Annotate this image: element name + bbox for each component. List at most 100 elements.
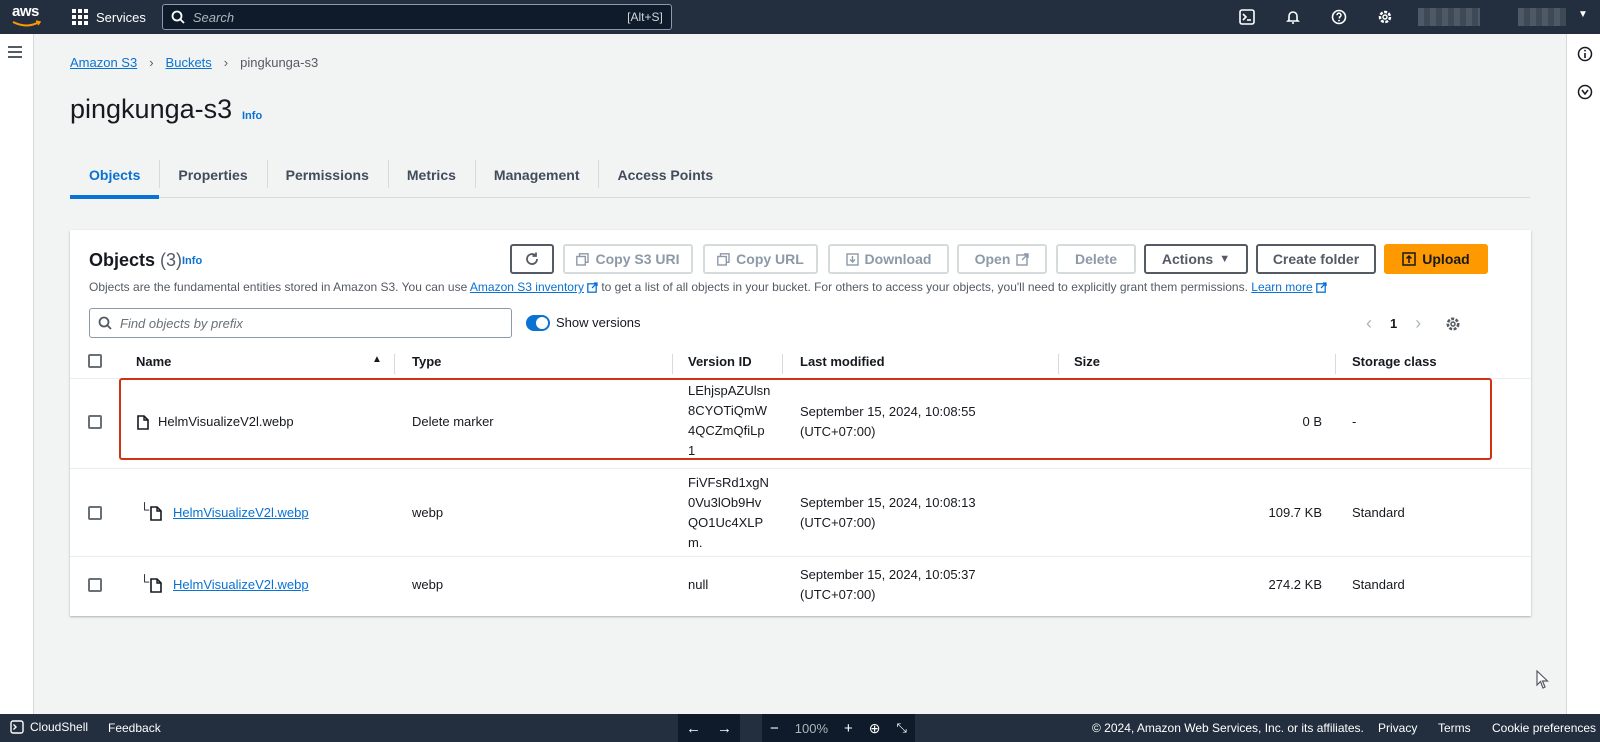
nav-icon-group [1224, 0, 1408, 34]
storage-class: Standard [1352, 505, 1405, 520]
create-folder-button[interactable]: Create folder [1256, 244, 1376, 274]
viewer-controls: ← → − 100% + ⊕ ⤡ [678, 714, 915, 742]
table-row[interactable]: └ HelmVisualizeV2l.webp webp null Septem… [70, 556, 1531, 616]
forward-arrow-icon[interactable]: → [709, 720, 740, 737]
zoom-in-icon[interactable]: + [836, 720, 861, 737]
tab-permissions[interactable]: Permissions [266, 152, 388, 198]
hamburger-menu-icon[interactable] [8, 46, 22, 61]
global-search[interactable]: [Alt+S] [161, 4, 672, 30]
column-divider[interactable] [1335, 354, 1336, 374]
column-last-modified[interactable]: Last modified [800, 354, 885, 369]
copy-url-button[interactable]: Copy URL [703, 244, 818, 274]
back-arrow-icon[interactable]: ← [678, 720, 709, 737]
object-name-link[interactable]: HelmVisualizeV2l.webp [173, 503, 309, 523]
column-version-id[interactable]: Version ID [688, 354, 752, 369]
open-button[interactable]: Open [957, 244, 1047, 274]
row-checkbox[interactable] [88, 578, 102, 592]
services-menu-button[interactable]: Services [72, 9, 146, 25]
account-menu-redacted[interactable] [1518, 8, 1566, 26]
column-storage-class[interactable]: Storage class [1352, 354, 1437, 369]
show-versions-toggle[interactable] [526, 315, 550, 331]
cloudshell-icon[interactable] [1224, 0, 1270, 34]
breadcrumb-buckets[interactable]: Buckets [166, 55, 212, 70]
account-dropdown-icon[interactable]: ▼ [1578, 9, 1588, 20]
region-selector-redacted[interactable] [1418, 8, 1480, 26]
row-checkbox[interactable] [88, 415, 102, 429]
bell-icon[interactable] [1270, 0, 1316, 34]
copy-s3-uri-label: Copy S3 URI [595, 251, 680, 267]
learn-more-link[interactable]: Learn more [1251, 280, 1312, 294]
description-text: to get a list of all objects in your buc… [601, 280, 1248, 294]
column-size[interactable]: Size [1074, 354, 1100, 369]
actions-label: Actions [1161, 251, 1214, 267]
tab-properties[interactable]: Properties [159, 152, 266, 198]
upload-button[interactable]: Upload [1384, 244, 1488, 274]
tab-metrics[interactable]: Metrics [387, 152, 475, 198]
bucket-tabs: Objects Properties Permissions Metrics M… [70, 152, 1530, 199]
delete-button[interactable]: Delete [1056, 244, 1136, 274]
copy-icon [717, 252, 730, 266]
file-icon [137, 415, 149, 430]
tab-objects[interactable]: Objects [70, 152, 160, 199]
download-circle-icon[interactable]: ⊕ [861, 720, 889, 737]
download-button[interactable]: Download [828, 244, 949, 274]
next-page-icon[interactable]: › [1415, 313, 1421, 334]
select-all-checkbox[interactable] [88, 354, 102, 368]
terms-link[interactable]: Terms [1438, 721, 1471, 735]
search-input[interactable] [192, 9, 628, 25]
column-divider[interactable] [394, 354, 395, 374]
column-divider[interactable] [782, 354, 783, 374]
storage-class: - [1352, 414, 1357, 429]
zoom-level: 100% [794, 720, 829, 736]
page-info-link[interactable]: Info [242, 110, 262, 122]
sort-ascending-icon[interactable]: ▲ [372, 354, 382, 365]
prefix-filter[interactable] [89, 308, 512, 338]
s3-inventory-link[interactable]: Amazon S3 inventory [470, 280, 584, 294]
refresh-button[interactable] [510, 244, 554, 274]
breadcrumb-separator-icon: › [223, 55, 229, 70]
table-settings-gear-icon[interactable] [1445, 316, 1461, 332]
last-modified-timezone: (UTC+07:00) [800, 587, 876, 602]
version-id: null [688, 577, 709, 592]
objects-panel: Objects (3) Info Copy S3 URI Copy URL Do… [70, 230, 1531, 616]
version-id: LEhjspAZUlsn 8CYOTiQmW 4QCZmQfiLp 1 [688, 381, 770, 461]
tab-access-points[interactable]: Access Points [598, 152, 732, 198]
version-id-line: LEhjspAZUlsn [688, 383, 771, 398]
table-row[interactable]: HelmVisualizeV2l.webp Delete marker LEhj… [70, 378, 1531, 468]
column-divider[interactable] [672, 354, 673, 374]
open-label: Open [974, 251, 1011, 267]
last-modified-date: September 15, 2024, 10:05:37 [800, 567, 976, 582]
actions-dropdown-button[interactable]: Actions ▼ [1144, 244, 1248, 274]
zoom-out-icon[interactable]: − [762, 720, 787, 737]
help-icon[interactable] [1316, 0, 1362, 34]
info-icon[interactable] [1577, 46, 1593, 62]
copy-s3-uri-button[interactable]: Copy S3 URI [563, 244, 693, 274]
feedback-circle-icon[interactable] [1577, 84, 1593, 100]
table-row[interactable]: └ HelmVisualizeV2l.webp webp FiVFsRd1xgN… [70, 468, 1531, 556]
upload-label: Upload [1422, 251, 1470, 267]
version-id-line: 8CYOTiQmW [688, 403, 767, 418]
cloudshell-button[interactable]: CloudShell [10, 720, 88, 734]
tab-management[interactable]: Management [474, 152, 599, 198]
objects-description: Objects are the fundamental entities sto… [89, 280, 1327, 294]
search-icon [171, 10, 185, 24]
copyright-text: © 2024, Amazon Web Services, Inc. or its… [1092, 721, 1364, 735]
column-divider[interactable] [1058, 354, 1059, 374]
settings-icon[interactable] [1362, 0, 1408, 34]
column-name[interactable]: Name [136, 354, 171, 369]
current-page-number[interactable]: 1 [1390, 316, 1397, 331]
column-type[interactable]: Type [412, 354, 441, 369]
breadcrumb-amazon-s3[interactable]: Amazon S3 [70, 55, 137, 70]
privacy-link[interactable]: Privacy [1378, 721, 1417, 735]
row-checkbox[interactable] [88, 506, 102, 520]
grid-icon [72, 9, 88, 25]
caret-down-icon: ▼ [1219, 253, 1231, 265]
objects-info-link[interactable]: Info [182, 255, 202, 267]
previous-page-icon[interactable]: ‹ [1366, 313, 1372, 334]
prefix-filter-input[interactable] [120, 315, 503, 331]
cookie-preferences-link[interactable]: Cookie preferences [1492, 721, 1596, 735]
collapse-icon[interactable]: ⤡ [889, 720, 915, 736]
feedback-link[interactable]: Feedback [108, 721, 161, 735]
aws-logo[interactable]: aws [8, 0, 60, 34]
object-name-link[interactable]: HelmVisualizeV2l.webp [173, 575, 309, 595]
